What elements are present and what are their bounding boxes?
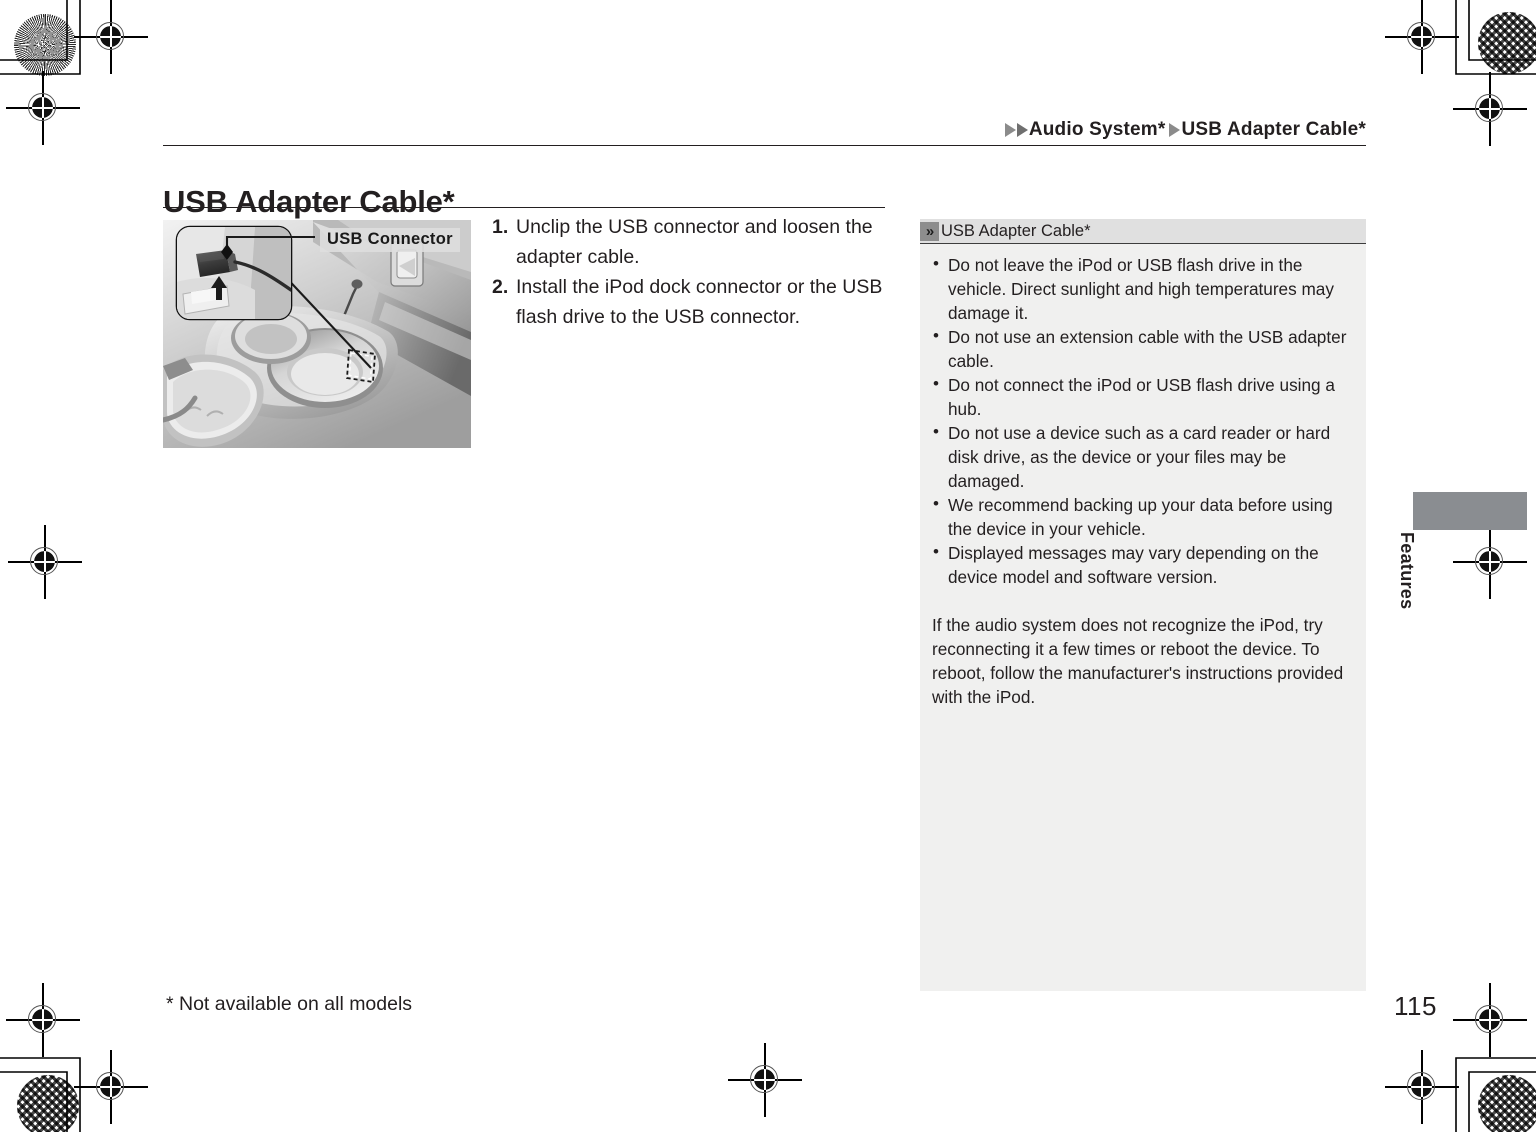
halftone-weave-mark-bottomright bbox=[1478, 1075, 1536, 1132]
magnifier-inset bbox=[175, 225, 293, 321]
halftone-star-mark-topleft bbox=[14, 14, 76, 76]
breadcrumb-arrow-icon bbox=[1004, 123, 1016, 137]
breadcrumb-item-audio-system[interactable]: Audio System* bbox=[1029, 119, 1166, 141]
page-number: 115 bbox=[1394, 991, 1437, 1021]
list-item: Displayed messages may vary depending on… bbox=[932, 540, 1352, 589]
registration-target-topleft-inner bbox=[6, 71, 80, 145]
halftone-weave-mark-bottomleft bbox=[17, 1075, 79, 1132]
breadcrumb-item-usb-adapter-cable[interactable]: USB Adapter Cable* bbox=[1182, 119, 1367, 141]
list-item: 2. Install the iPod dock connector or th… bbox=[492, 272, 892, 332]
chevron-double-right-icon: » bbox=[920, 221, 939, 241]
step-number: 1. bbox=[492, 216, 509, 238]
page-header: Audio System* USB Adapter Cable* bbox=[163, 108, 1366, 146]
list-item: Do not connect the iPod or USB flash dri… bbox=[932, 372, 1352, 421]
list-item: Do not use an extension cable with the U… bbox=[932, 324, 1352, 373]
registration-target-bottomright-inner bbox=[1385, 1050, 1459, 1124]
console-illustration-svg bbox=[163, 220, 471, 448]
list-item: 1. Unclip the USB connector and loosen t… bbox=[492, 212, 892, 272]
registration-target-midleft bbox=[8, 525, 82, 599]
registration-target-midright bbox=[1453, 525, 1527, 599]
breadcrumb-separator-icon bbox=[1168, 123, 1180, 137]
note-bullet-list: Do not leave the iPod or USB flash drive… bbox=[932, 252, 1352, 589]
note-panel: » USB Adapter Cable* Do not leave the iP… bbox=[920, 219, 1366, 991]
registration-target-bottomcenter bbox=[728, 1043, 802, 1117]
breadcrumb-arrow-icon-2 bbox=[1016, 123, 1028, 137]
instruction-steps: 1. Unclip the USB connector and loosen t… bbox=[492, 212, 892, 332]
halftone-weave-mark-topright bbox=[1478, 12, 1536, 74]
registration-target-bottomright-outer bbox=[1453, 983, 1527, 1057]
list-item: We recommend backing up your data before… bbox=[932, 492, 1352, 541]
note-panel-body: Do not leave the iPod or USB flash drive… bbox=[920, 244, 1366, 709]
usb-connector-callout-label: USB Connector bbox=[320, 228, 460, 252]
registration-target-topright-inner bbox=[1385, 0, 1459, 74]
page-footnote: * Not available on all models bbox=[166, 993, 413, 1015]
step-number: 2. bbox=[492, 276, 509, 298]
list-item: Do not leave the iPod or USB flash drive… bbox=[932, 252, 1352, 325]
step-text: Install the iPod dock connector or the U… bbox=[516, 276, 883, 328]
list-item: Do not use a device such as a card reade… bbox=[932, 420, 1352, 493]
console-illustration: USB Connector bbox=[163, 220, 471, 448]
note-panel-header: » USB Adapter Cable* bbox=[920, 219, 1366, 244]
section-thumb-tab-label: Features bbox=[1397, 532, 1417, 610]
section-thumb-tab bbox=[1413, 492, 1527, 530]
note-panel-title: USB Adapter Cable* bbox=[941, 221, 1091, 240]
registration-target-topright-outer bbox=[1453, 72, 1527, 146]
manual-page: Audio System* USB Adapter Cable* USB Ada… bbox=[0, 0, 1536, 1132]
registration-target-bottomleft-outer bbox=[74, 1050, 148, 1124]
note-paragraph: If the audio system does not recognize t… bbox=[932, 615, 1344, 707]
breadcrumb: Audio System* USB Adapter Cable* bbox=[1004, 119, 1367, 145]
title-underline bbox=[163, 207, 885, 209]
registration-target-bottomleft-inner bbox=[6, 983, 80, 1057]
page-title: USB Adapter Cable* bbox=[163, 183, 455, 219]
step-text: Unclip the USB connector and loosen the … bbox=[516, 216, 873, 268]
registration-target-topleft-outer bbox=[74, 0, 148, 74]
